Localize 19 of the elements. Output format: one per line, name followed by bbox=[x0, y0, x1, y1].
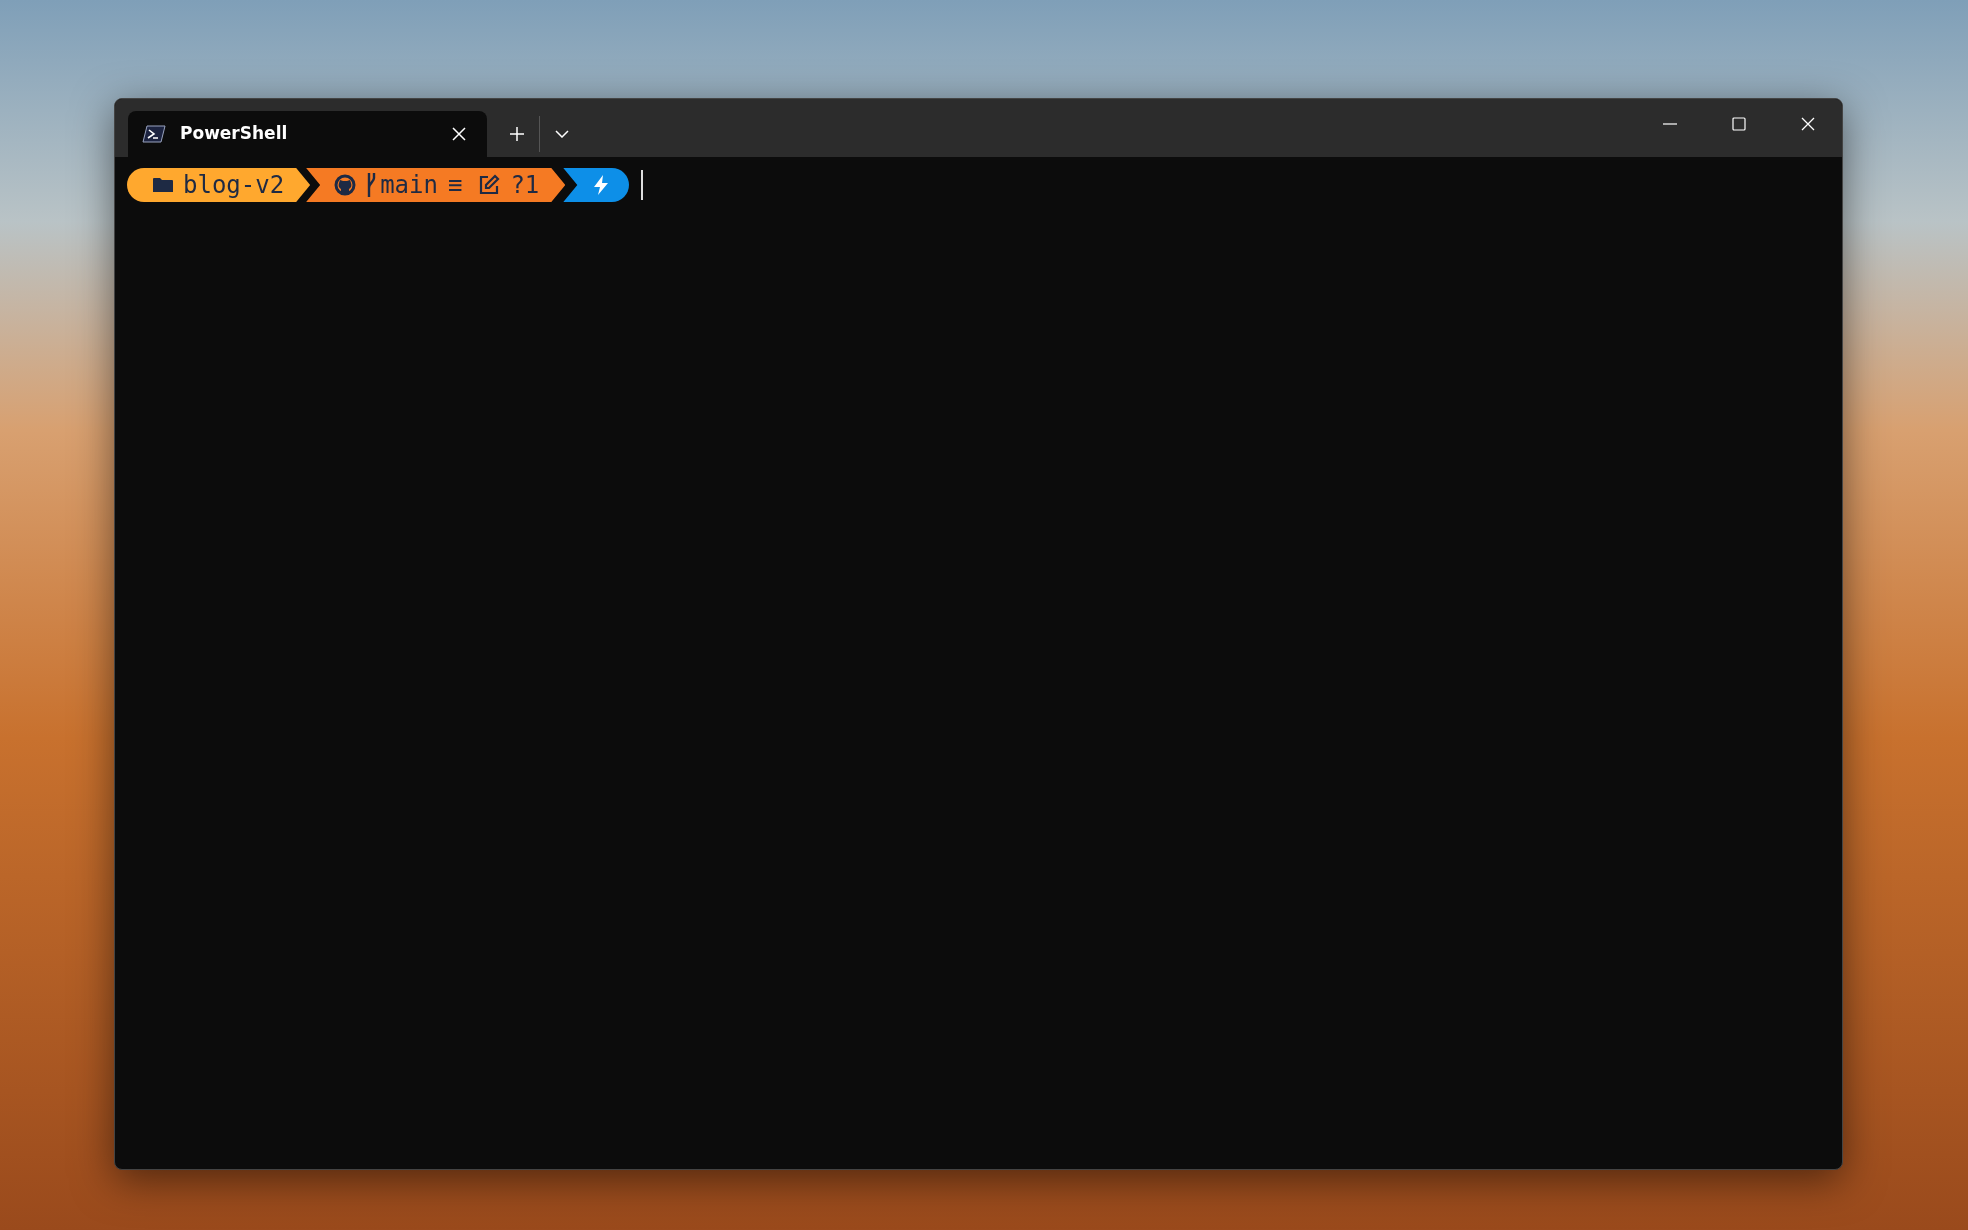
terminal-icon bbox=[142, 125, 166, 143]
sync-status: ≡ bbox=[447, 170, 463, 201]
branch-name: main bbox=[380, 170, 438, 201]
close-icon bbox=[452, 127, 466, 141]
text-cursor bbox=[641, 170, 644, 200]
folder-icon bbox=[153, 177, 173, 193]
caret-icon bbox=[555, 130, 569, 138]
close-icon bbox=[1799, 116, 1816, 132]
tab-label: PowerShell bbox=[180, 122, 288, 146]
branch-icon bbox=[366, 172, 377, 198]
plus-icon bbox=[509, 126, 525, 142]
untracked-count: ?1 bbox=[510, 170, 540, 201]
lightning-icon bbox=[593, 175, 610, 195]
folder-name: blog-v2 bbox=[183, 170, 285, 201]
cat-face-icon bbox=[334, 174, 357, 196]
pencil-square-icon bbox=[478, 174, 501, 196]
maximize-icon bbox=[1730, 116, 1747, 132]
minimize-icon bbox=[1662, 123, 1677, 125]
tab[interactable]: PowerShell bbox=[128, 111, 487, 157]
